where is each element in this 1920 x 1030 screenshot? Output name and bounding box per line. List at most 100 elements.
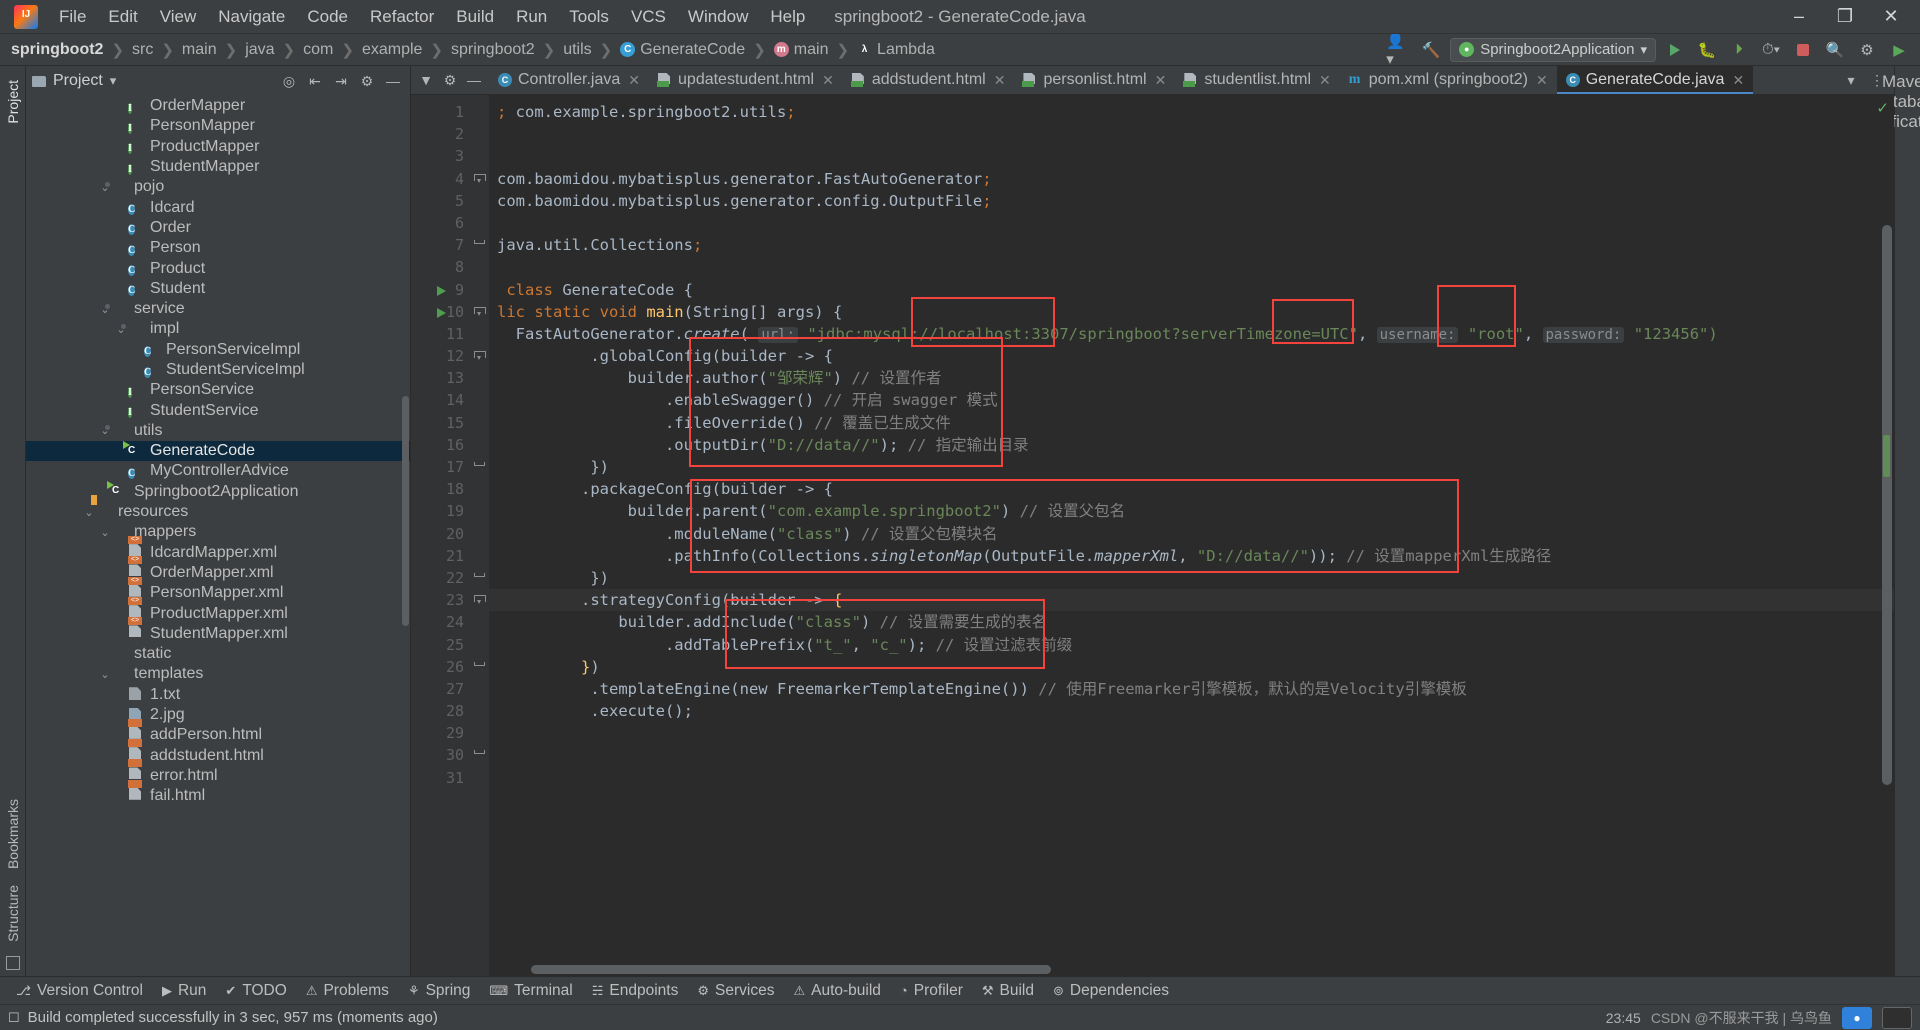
- code-line-9[interactable]: class GenerateCode {: [489, 279, 1894, 301]
- code-line-31[interactable]: [489, 767, 1894, 789]
- code-line-3[interactable]: [489, 145, 1894, 167]
- hide-icon[interactable]: —: [382, 70, 404, 92]
- minimize-button[interactable]: –: [1776, 1, 1822, 33]
- tree-node-1-txt[interactable]: 1.txt: [26, 685, 410, 705]
- code-line-2[interactable]: [489, 123, 1894, 145]
- fold-marker-line-30[interactable]: [471, 744, 489, 766]
- line-number-1[interactable]: 1: [411, 101, 471, 123]
- locate-icon[interactable]: ◎: [278, 70, 300, 92]
- line-number-16[interactable]: 16: [411, 434, 471, 456]
- run-configuration-selector[interactable]: ● Springboot2Application ▾: [1450, 37, 1656, 62]
- line-number-3[interactable]: 3: [411, 145, 471, 167]
- tree-node-impl[interactable]: ⌄ impl: [26, 319, 410, 339]
- code-line-18[interactable]: .packageConfig(builder -> {: [489, 478, 1894, 500]
- line-number-8[interactable]: 8: [411, 256, 471, 278]
- close-icon[interactable]: ✕: [1536, 72, 1548, 89]
- fold-marker-line-16[interactable]: [471, 434, 489, 456]
- tree-node-pojo[interactable]: ⌄ pojo: [26, 177, 410, 197]
- settings-icon[interactable]: ⚙: [439, 69, 461, 91]
- fold-marker-line-2[interactable]: [471, 123, 489, 145]
- fold-marker-line-29[interactable]: [471, 722, 489, 744]
- chevron-down-icon[interactable]: ▾: [1840, 69, 1862, 91]
- tree-node-ordermapper[interactable]: I OrderMapper: [26, 96, 410, 116]
- menu-tools[interactable]: Tools: [558, 3, 620, 31]
- close-icon[interactable]: ✕: [628, 72, 640, 89]
- tree-node-service[interactable]: ⌄ service: [26, 299, 410, 319]
- rail-item-structure[interactable]: Structure: [5, 885, 21, 942]
- fold-marker-line-6[interactable]: [471, 212, 489, 234]
- tree-node-productmapper-xml[interactable]: ProductMapper.xml: [26, 603, 410, 623]
- menu-help[interactable]: Help: [759, 3, 816, 31]
- expand-all-icon[interactable]: ⇥: [330, 70, 352, 92]
- fold-marker-line-5[interactable]: [471, 190, 489, 212]
- fold-marker-line-28[interactable]: [471, 700, 489, 722]
- tree-node-personservice[interactable]: I PersonService: [26, 380, 410, 400]
- editor-tab-personlist-html[interactable]: personlist.html ✕: [1014, 66, 1175, 94]
- bottom-tab-services[interactable]: ⚙ Services: [689, 980, 782, 1002]
- tree-node-studentservice[interactable]: I StudentService: [26, 400, 410, 420]
- bottom-tab-version-control[interactable]: ⎇ Version Control: [8, 980, 151, 1002]
- tree-node-productmapper[interactable]: I ProductMapper: [26, 137, 410, 157]
- breadcrumb-main-method[interactable]: m main: [771, 39, 832, 61]
- bottom-tab-dependencies[interactable]: ⊚ Dependencies: [1045, 980, 1177, 1002]
- event-log-icon[interactable]: ☐: [8, 1010, 20, 1026]
- bottom-tab-todo[interactable]: ✔ TODO: [217, 980, 294, 1002]
- close-button[interactable]: ✕: [1868, 1, 1914, 33]
- code-line-17[interactable]: }): [489, 456, 1894, 478]
- tree-node-product[interactable]: C Product: [26, 258, 410, 278]
- rail-item-bookmarks[interactable]: Bookmarks: [5, 799, 21, 869]
- inspection-ok-icon[interactable]: ✓: [1876, 99, 1889, 117]
- breadcrumb-generatecode[interactable]: C GenerateCode: [617, 39, 748, 61]
- bottom-tab-profiler[interactable]: ◔ Profiler: [892, 980, 971, 1002]
- bottom-tab-terminal[interactable]: ⌨ Terminal: [481, 980, 580, 1002]
- fold-marker-line-26[interactable]: [471, 656, 489, 678]
- terminal-rail-icon[interactable]: [5, 956, 20, 970]
- line-number-13[interactable]: 13: [411, 367, 471, 389]
- tree-node-personserviceimpl[interactable]: C PersonServiceImpl: [26, 340, 410, 360]
- fold-marker-line-22[interactable]: [471, 567, 489, 589]
- fold-marker-line-11[interactable]: [471, 323, 489, 345]
- code-line-11[interactable]: FastAutoGenerator.create( url: "jdbc:mys…: [489, 323, 1894, 345]
- coverage-icon[interactable]: ⏵: [1726, 38, 1752, 62]
- breadcrumb-lambda[interactable]: λ Lambda: [854, 39, 938, 61]
- tree-expand-arrow[interactable]: ⌄: [82, 506, 96, 519]
- code-line-13[interactable]: builder.author("邹荣辉") // 设置作者: [489, 367, 1894, 389]
- profiler-icon[interactable]: ⏱▾: [1758, 38, 1784, 62]
- rail-item-project[interactable]: Project: [5, 80, 21, 124]
- tree-node-personmapper[interactable]: I PersonMapper: [26, 116, 410, 136]
- line-number-5[interactable]: 5: [411, 190, 471, 212]
- code-content[interactable]: ; com.example.springboot2.utils; com.bao…: [489, 95, 1894, 976]
- bottom-tab-problems[interactable]: ⚠ Problems: [298, 980, 397, 1002]
- code-editor[interactable]: 1 2 3 4 5 6 7 8 9 10 11 12 13 14 15 16 17 18 19 20 21 22 23 24 2…: [411, 95, 1894, 976]
- fold-marker-line-17[interactable]: [471, 456, 489, 478]
- close-icon[interactable]: ✕: [1319, 72, 1331, 89]
- menu-run[interactable]: Run: [505, 3, 558, 31]
- line-number-30[interactable]: 30: [411, 744, 471, 766]
- fold-marker-line-1[interactable]: [471, 101, 489, 123]
- code-line-29[interactable]: [489, 722, 1894, 744]
- collapse-all-icon[interactable]: ⇤: [304, 70, 326, 92]
- line-number-22[interactable]: 22: [411, 567, 471, 589]
- fold-collapse-icon[interactable]: [474, 306, 486, 318]
- bottom-tab-auto-build[interactable]: ⚠ Auto-build: [785, 980, 888, 1002]
- close-icon[interactable]: ✕: [822, 72, 834, 89]
- hide-icon[interactable]: —: [463, 69, 485, 91]
- code-line-30[interactable]: [489, 744, 1894, 766]
- tree-node-addstudent-html[interactable]: addstudent.html: [26, 746, 410, 766]
- line-number-12[interactable]: 12: [411, 345, 471, 367]
- menu-window[interactable]: Window: [677, 3, 759, 31]
- line-number-21[interactable]: 21: [411, 545, 471, 567]
- fold-marker-line-10[interactable]: [471, 301, 489, 323]
- breadcrumb-src[interactable]: src: [129, 39, 156, 61]
- fold-end-icon[interactable]: [474, 661, 485, 666]
- tree-node-templates[interactable]: ⌄ templates: [26, 664, 410, 684]
- breadcrumb-java[interactable]: java: [242, 39, 277, 61]
- code-line-15[interactable]: .fileOverride() // 覆盖已生成文件: [489, 412, 1894, 434]
- fold-marker-line-8[interactable]: [471, 256, 489, 278]
- code-line-5[interactable]: com.baomidou.mybatisplus.generator.confi…: [489, 190, 1894, 212]
- breadcrumb-example[interactable]: example: [359, 39, 425, 61]
- tree-node-studentmapper[interactable]: I StudentMapper: [26, 157, 410, 177]
- line-number-19[interactable]: 19: [411, 500, 471, 522]
- line-number-17[interactable]: 17: [411, 456, 471, 478]
- collapse-icon[interactable]: ▼: [415, 69, 437, 91]
